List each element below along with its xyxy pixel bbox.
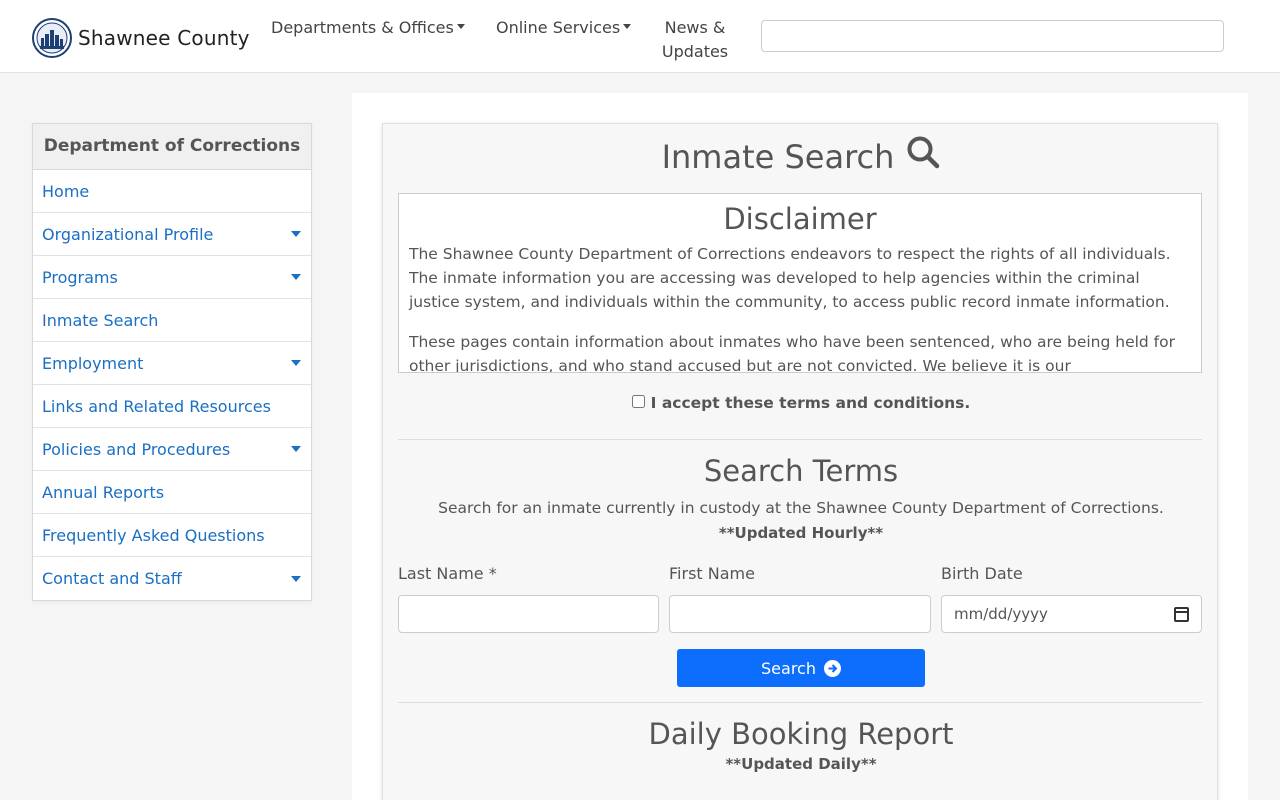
sidebar-item-inmate-search[interactable]: Inmate Search — [33, 299, 311, 342]
booking-report-title: Daily Booking Report — [648, 717, 954, 751]
brand-link[interactable]: Shawnee County — [32, 18, 250, 58]
nav-online-services-label: Online Services — [496, 18, 621, 37]
birth-date-input[interactable]: mm/dd/yyyy — [941, 595, 1202, 633]
sidebar-title: Department of Corrections — [33, 124, 311, 170]
sidebar-item-links-and-related-resources[interactable]: Links and Related Resources — [33, 385, 311, 428]
sidebar-item-label: Employment — [42, 353, 144, 373]
site-search-input[interactable] — [761, 20, 1224, 52]
first-name-label: First Name — [669, 564, 755, 583]
search-terms-subtitle: Search for an inmate currently in custod… — [438, 499, 1164, 517]
sidebar-item-label: Inmate Search — [42, 310, 159, 330]
sidebar-item-home[interactable]: Home — [33, 170, 311, 213]
sidebar-item-label: Programs — [42, 267, 118, 287]
sidebar-item-frequently-asked-questions[interactable]: Frequently Asked Questions — [33, 514, 311, 557]
sidebar-item-label: Contact and Staff — [42, 569, 182, 588]
sidebar-item-policies-and-procedures[interactable]: Policies and Procedures — [33, 428, 311, 471]
disclaimer-paragraph-2: These pages contain information about in… — [409, 333, 1175, 373]
disclaimer-paragraph-1: The Shawnee County Department of Correct… — [409, 245, 1171, 311]
sidebar-item-annual-reports[interactable]: Annual Reports — [33, 471, 311, 514]
last-name-label: Last Name * — [398, 564, 497, 583]
disclaimer-box[interactable]: Disclaimer The Shawnee County Department… — [398, 193, 1202, 373]
birth-date-placeholder: mm/dd/yyyy — [954, 605, 1048, 623]
divider — [398, 439, 1202, 440]
top-navbar: Shawnee County Departments & Offices Onl… — [0, 0, 1280, 73]
page-title-text: Inmate Search — [661, 138, 895, 176]
caret-down-icon[interactable] — [291, 575, 301, 582]
chevron-down-icon — [456, 24, 465, 29]
sidebar-item-label: Annual Reports — [42, 482, 165, 502]
inmate-search-panel: Inmate Search Disclaimer The Shawnee Cou… — [382, 123, 1218, 800]
search-icon — [906, 135, 940, 177]
nav-departments-dropdown[interactable]: Departments & Offices — [271, 16, 465, 40]
calendar-icon[interactable] — [1174, 606, 1189, 622]
sidebar-item-employment[interactable]: Employment — [33, 342, 311, 385]
first-name-input[interactable] — [669, 595, 931, 633]
sidebar-item-label: Organizational Profile — [42, 224, 214, 244]
nav-news-line2: Updates — [661, 42, 729, 61]
updated-hourly-note: **Updated Hourly** — [718, 524, 884, 542]
caret-down-icon[interactable] — [291, 446, 301, 452]
last-name-input[interactable] — [398, 595, 659, 633]
nav-news-line1: News & — [664, 18, 726, 37]
updated-daily-note: **Updated Daily** — [725, 755, 877, 773]
caret-down-icon[interactable] — [291, 360, 301, 366]
birth-date-label: Birth Date — [941, 564, 1023, 583]
caret-down-icon[interactable] — [291, 274, 301, 280]
sidebar-item-organizational-profile[interactable]: Organizational Profile — [33, 213, 311, 256]
nav-online-services-dropdown[interactable]: Online Services — [496, 16, 632, 40]
sidebar-item-label: Links and Related Resources — [42, 396, 271, 416]
department-sidebar: Department of Corrections Home Organizati… — [32, 123, 312, 601]
accept-terms-checkbox[interactable] — [631, 395, 645, 408]
search-terms-title: Search Terms — [703, 454, 899, 488]
divider — [398, 702, 1202, 703]
sidebar-item-label: Policies and Procedures — [42, 439, 231, 459]
search-button-label: Search — [761, 658, 816, 678]
sidebar-item-programs[interactable]: Programs — [33, 256, 311, 299]
sidebar-item-label: Home — [42, 181, 90, 201]
accept-terms-label: I accept these terms and conditions. — [650, 394, 971, 412]
page-title: Inmate Search — [383, 135, 1219, 180]
sidebar-item-label: Frequently Asked Questions — [42, 525, 265, 545]
arrow-circle-right-icon — [823, 659, 841, 677]
brand-name: Shawnee County — [78, 26, 250, 50]
county-seal-icon — [32, 18, 72, 58]
nav-departments-label: Departments & Offices — [271, 18, 454, 37]
nav-news-updates-link[interactable]: News & Updates — [650, 16, 740, 64]
caret-down-icon[interactable] — [291, 231, 301, 237]
search-button[interactable]: Search — [677, 649, 925, 687]
chevron-down-icon — [623, 24, 632, 29]
sidebar-item-contact-and-staff[interactable]: Contact and Staff — [33, 557, 311, 600]
accept-terms-row[interactable]: I accept these terms and conditions. — [383, 394, 1219, 412]
disclaimer-title: Disclaimer — [723, 202, 877, 236]
